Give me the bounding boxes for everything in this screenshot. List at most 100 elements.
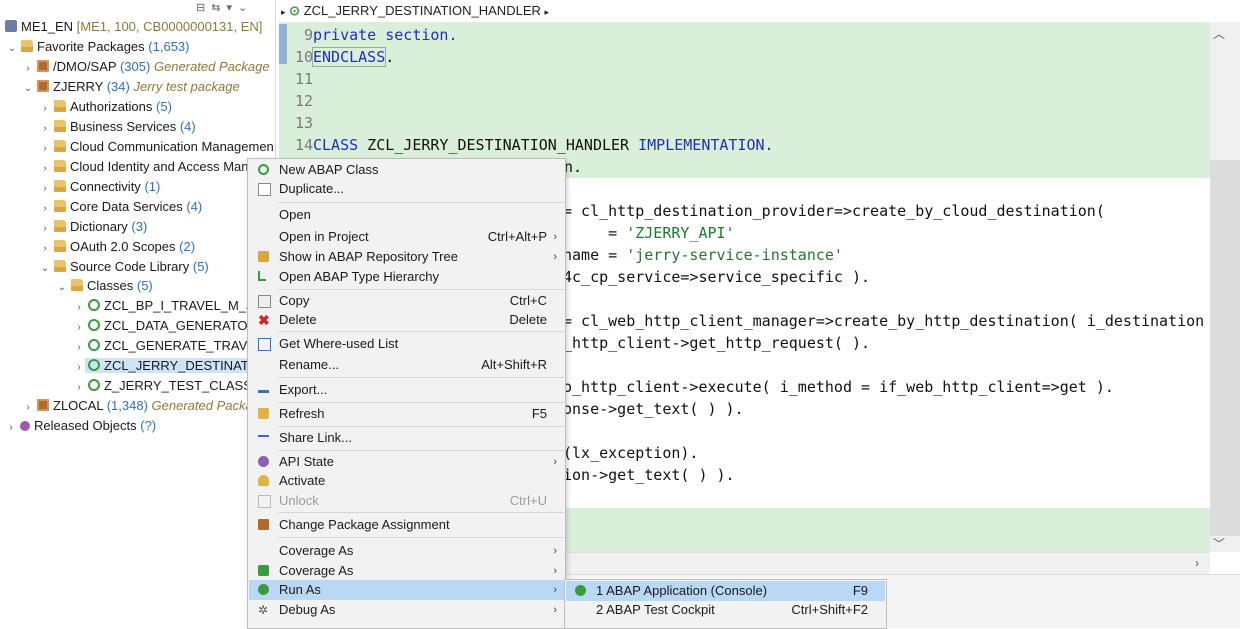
- tree-class[interactable]: › ZCL_DATA_GENERATOR: [73, 316, 257, 335]
- tree-node-favorites[interactable]: ⌄ Favorite Packages (1,653): [6, 37, 190, 56]
- chevron-right-icon[interactable]: ›: [73, 358, 85, 377]
- menu-item-open[interactable]: Open: [249, 205, 564, 225]
- folder-icon: [54, 220, 66, 232]
- tree-folder[interactable]: › Cloud Communication Managemen: [39, 137, 273, 158]
- menu-item-delete[interactable]: ✖ Delete Delete: [249, 310, 564, 330]
- tree-class[interactable]: ›Z_JERRY_TEST_CLASS Je: [73, 376, 269, 395]
- tree-folder[interactable]: ⌄ Source Code Library (5): [39, 257, 209, 276]
- menu-item-share-link[interactable]: Share Link...: [249, 428, 564, 448]
- chevron-down-icon[interactable]: ⌄: [39, 259, 51, 278]
- tree-folder-classes[interactable]: ⌄ Classes (5): [56, 276, 153, 295]
- line-number: 10: [294, 48, 313, 66]
- tree-folder[interactable]: › Core Data Services (4): [39, 197, 202, 216]
- chevron-right-icon[interactable]: ›: [39, 99, 51, 118]
- chevron-right-icon[interactable]: ›: [39, 139, 51, 158]
- menu-item-duplicate[interactable]: Duplicate...: [249, 179, 564, 199]
- tree-class-selected[interactable]: › ZCL_JERRY_DESTINATION: [73, 356, 274, 375]
- menu-item-run-as[interactable]: Run As ›: [249, 580, 564, 600]
- tree-class[interactable]: › ZCL_BP_I_TRAVEL_M_JERR: [73, 296, 275, 317]
- menu-item-new-abap-class[interactable]: New ABAP Class: [249, 160, 564, 180]
- chevron-right-icon[interactable]: ›: [39, 119, 51, 138]
- code-line: = cl_http_destination_provider=>create_b…: [563, 202, 1105, 220]
- menu-item-abap-application-console[interactable]: 1 ABAP Application (Console) F9: [566, 581, 885, 601]
- scrollbar-thumb[interactable]: [1210, 160, 1240, 536]
- menu-item-type-hierarchy[interactable]: Open ABAP Type Hierarchy: [249, 267, 564, 287]
- code-line: = cl_web_http_client_manager=>create_by_…: [563, 312, 1210, 330]
- refresh-icon: [258, 408, 269, 419]
- chevron-right-icon[interactable]: ›: [73, 338, 85, 357]
- context-menu: New ABAP Class Duplicate... Open Open in…: [247, 158, 566, 629]
- menu-item-open-in-project[interactable]: Open in Project Ctrl+Alt+P ›: [249, 227, 564, 247]
- menu-item-change-package[interactable]: Change Package Assignment: [249, 515, 564, 535]
- chevron-right-icon[interactable]: ›: [73, 378, 85, 397]
- scroll-down-icon[interactable]: ﹀: [1213, 535, 1225, 552]
- tree-node-zlocal[interactable]: › ZLOCAL (1,348) Generated Packa: [22, 396, 252, 417]
- chevron-right-icon[interactable]: ›: [5, 418, 17, 437]
- coverage-icon: [258, 565, 269, 576]
- chevron-down-icon[interactable]: ⌄: [56, 278, 68, 297]
- tree-node-zjerry[interactable]: ⌄ ZJERRY (34) Jerry test package: [22, 77, 240, 96]
- code-line: _http_client->get_http_request( ).: [563, 334, 871, 352]
- chevron-right-icon[interactable]: ›: [73, 318, 85, 337]
- delete-icon: ✖: [258, 312, 270, 328]
- menu-item-export[interactable]: Export...: [249, 380, 564, 400]
- duplicate-icon: [258, 183, 271, 196]
- debug-icon: ✲: [258, 603, 269, 617]
- menu-item-activate[interactable]: Activate: [249, 471, 564, 491]
- chevron-right-icon[interactable]: ›: [39, 199, 51, 218]
- view-menu-icon[interactable]: ⌄: [238, 2, 247, 14]
- folder-icon: [54, 200, 66, 212]
- class-icon: [88, 339, 100, 351]
- menu-item-debug-as[interactable]: ✲ Debug As ›: [249, 600, 564, 620]
- chevron-right-icon[interactable]: ›: [22, 59, 34, 78]
- class-icon: ⊙: [289, 3, 301, 18]
- menu-item-abap-test-cockpit[interactable]: 2 ABAP Test Cockpit Ctrl+Shift+F2: [566, 600, 885, 620]
- tree-folder[interactable]: › Authorizations (5): [39, 97, 172, 116]
- menu-item-unlock[interactable]: Unlock Ctrl+U: [249, 491, 564, 511]
- menu-item-coverage-as-2[interactable]: Coverage As ›: [249, 561, 564, 581]
- code-text: .: [385, 48, 395, 66]
- tree-folder[interactable]: › OAuth 2.0 Scopes (2): [39, 237, 195, 256]
- api-state-icon: [258, 456, 269, 467]
- menu-item-coverage-as[interactable]: Coverage As ›: [249, 541, 564, 561]
- folder-icon: [71, 279, 83, 291]
- chevron-right-icon[interactable]: ›: [39, 179, 51, 198]
- tree-folder[interactable]: › Cloud Identity and Access Man: [39, 157, 248, 178]
- menu-item-api-state[interactable]: API State ›: [249, 452, 564, 472]
- breadcrumb[interactable]: ▸ ⊙ ZCL_JERRY_DESTINATION_HANDLER ▸: [281, 2, 549, 20]
- new-class-icon: [258, 164, 269, 175]
- scroll-right-icon[interactable]: ›: [1195, 556, 1199, 570]
- chevron-down-icon[interactable]: ⌄: [6, 39, 18, 58]
- type-hierarchy-icon: [258, 271, 266, 281]
- menu-item-refresh[interactable]: Refresh F5: [249, 404, 564, 424]
- collapse-all-icon[interactable]: ⊟: [196, 2, 205, 14]
- menu-item-rename[interactable]: Rename... Alt+Shift+R: [249, 355, 564, 375]
- chevron-right-icon[interactable]: ›: [73, 298, 85, 317]
- tree-folder[interactable]: › Dictionary (3): [39, 217, 147, 236]
- menu-item-where-used[interactable]: Get Where-used List: [249, 334, 564, 354]
- package-icon: [37, 399, 49, 411]
- tree-node-dmo[interactable]: ›/DMO/SAP (305) Generated Package: [22, 57, 269, 78]
- tree-class[interactable]: › ZCL_GENERATE_TRAVEL_D: [73, 336, 275, 357]
- chevron-right-icon[interactable]: ›: [22, 398, 34, 417]
- chevron-right-icon: ›: [553, 545, 557, 557]
- menu-separator: [278, 537, 564, 538]
- tree-node-system[interactable]: ME1_EN [ME1, 100, CB0000000131, EN]: [2, 17, 262, 36]
- tree-folder[interactable]: › Connectivity (1): [39, 177, 160, 196]
- menu-item-copy[interactable]: Copy Ctrl+C: [249, 291, 564, 311]
- project-explorer: ⊟ ⇆ ▾ ⌄ ME1_EN [ME1, 100, CB0000000131, EN]…: [0, 0, 276, 627]
- chevron-right-icon[interactable]: ›: [39, 159, 51, 178]
- run-as-submenu: 1 ABAP Application (Console) F9 2 ABAP Te…: [564, 579, 887, 629]
- package-icon: [37, 80, 49, 92]
- filter-icon[interactable]: ▾: [226, 2, 232, 14]
- link-with-editor-icon[interactable]: ⇆: [211, 2, 220, 14]
- menu-separator: [278, 289, 564, 290]
- scroll-up-icon[interactable]: ︿: [1213, 25, 1225, 42]
- chevron-right-icon[interactable]: ›: [39, 239, 51, 258]
- tree-folder[interactable]: › Business Services (4): [39, 117, 195, 138]
- chevron-right-icon[interactable]: ›: [39, 219, 51, 238]
- chevron-down-icon[interactable]: ⌄: [22, 79, 34, 98]
- tree-node-released[interactable]: › Released Objects (?): [5, 416, 156, 435]
- run-console-icon: [575, 585, 586, 596]
- menu-item-show-in-repository-tree[interactable]: Show in ABAP Repository Tree ›: [249, 247, 564, 267]
